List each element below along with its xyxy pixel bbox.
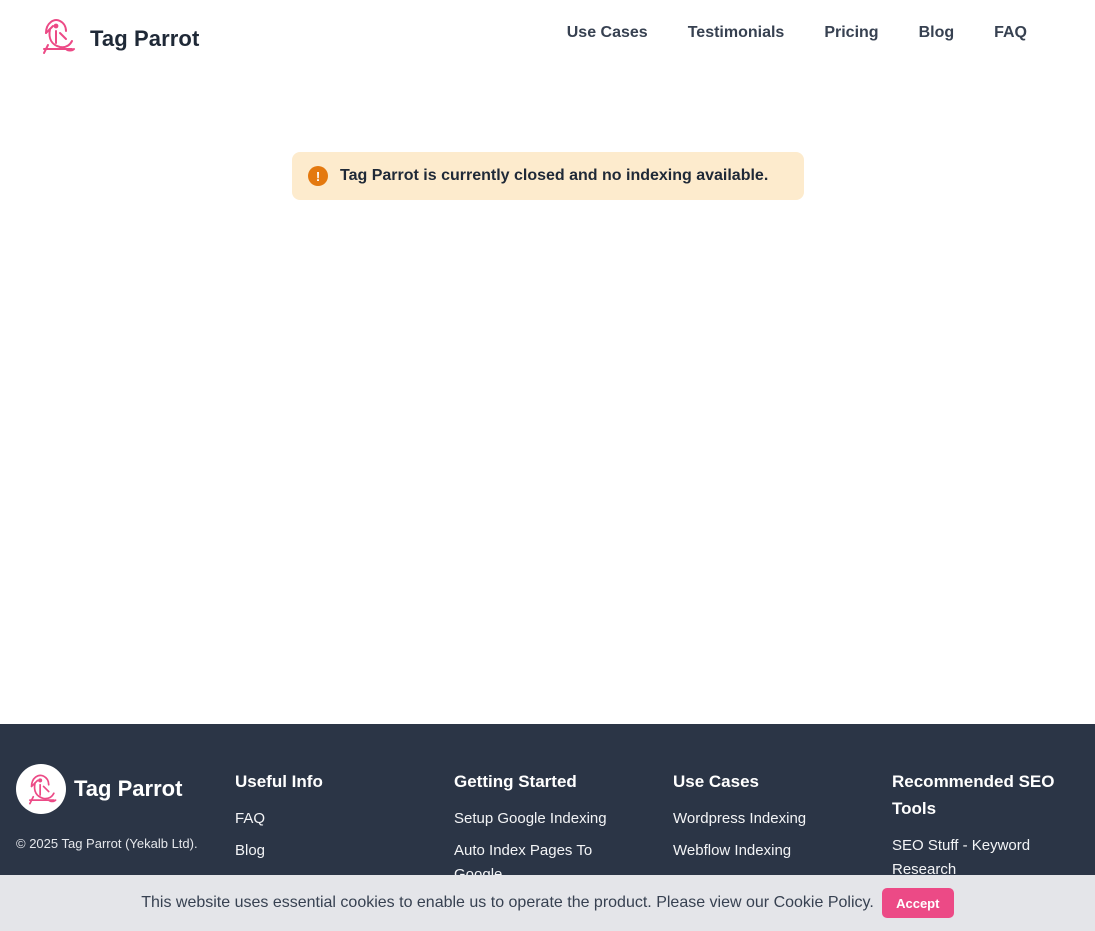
nav-testimonials[interactable]: Testimonials <box>688 24 785 42</box>
nav-faq[interactable]: FAQ <box>994 24 1027 42</box>
accept-cookies-button[interactable]: Accept <box>881 888 954 918</box>
footer-col-title: Useful Info <box>235 772 323 791</box>
site-header: Tag Parrot Use Cases Testimonials Pricin… <box>0 0 1095 72</box>
footer-col-title: Recommended SEO Tools <box>892 772 1055 818</box>
cookie-suffix: . <box>869 894 874 911</box>
closed-alert: ! Tag Parrot is currently closed and no … <box>292 152 804 200</box>
cookie-message: This website uses essential cookies to e… <box>141 894 874 912</box>
footer-brand-name: Tag Parrot <box>74 776 183 801</box>
footer-link-faq[interactable]: FAQ <box>235 810 265 827</box>
footer-col-useful-info: Useful Info FAQ Blog <box>235 768 415 871</box>
footer-brand: Tag Parrot © 2025 Tag Parrot (Yekalb Ltd… <box>16 764 206 854</box>
cookie-text: This website uses essential cookies to e… <box>141 894 774 911</box>
exclamation-icon: ! <box>308 166 328 186</box>
nav-blog[interactable]: Blog <box>919 24 955 42</box>
header-brand-name: Tag Parrot <box>90 25 200 51</box>
parrot-icon <box>16 764 66 814</box>
footer-col-use-cases: Use Cases Wordpress Indexing Webflow Ind… <box>673 768 853 871</box>
footer-col-title: Use Cases <box>673 772 760 791</box>
footer-link-blog[interactable]: Blog <box>235 842 265 859</box>
copyright-text: © 2025 Tag Parrot (Yekalb Ltd). <box>16 836 198 851</box>
alert-message: Tag Parrot is currently closed and no in… <box>340 167 769 184</box>
footer-logo-link[interactable]: Tag Parrot <box>16 764 206 814</box>
main-nav: Use Cases Testimonials Pricing Blog FAQ <box>567 24 1027 42</box>
cookie-policy-link[interactable]: Cookie Policy <box>774 894 870 911</box>
cookie-banner: This website uses essential cookies to e… <box>0 875 1095 931</box>
footer-link-webflow-indexing[interactable]: Webflow Indexing <box>673 842 791 859</box>
footer-col-seo-tools: Recommended SEO Tools SEO Stuff - Keywor… <box>892 768 1082 890</box>
footer-col-title: Getting Started <box>454 772 577 791</box>
nav-use-cases[interactable]: Use Cases <box>567 24 648 42</box>
footer-link-setup-google-indexing[interactable]: Setup Google Indexing <box>454 810 607 827</box>
nav-pricing[interactable]: Pricing <box>824 24 878 42</box>
footer-link-wordpress-indexing[interactable]: Wordpress Indexing <box>673 810 806 827</box>
parrot-icon <box>36 15 78 62</box>
footer-link-seo-stuff[interactable]: SEO Stuff - Keyword Research <box>892 837 1030 878</box>
header-logo-link[interactable]: Tag Parrot <box>36 15 199 62</box>
